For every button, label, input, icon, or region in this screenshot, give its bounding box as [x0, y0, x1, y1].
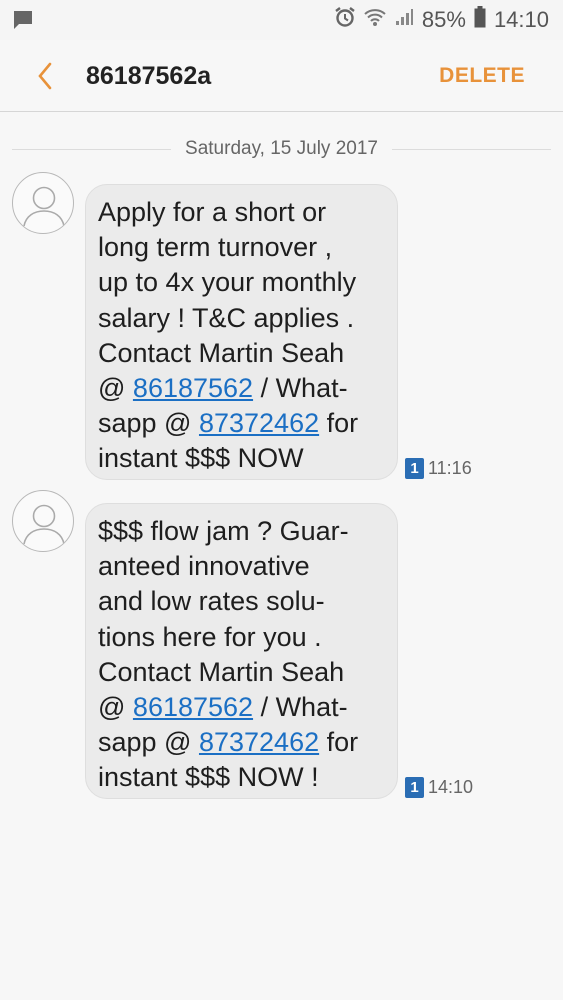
message-bubble[interactable]: Apply for a short or long term turnover … — [85, 184, 398, 480]
date-label: Saturday, 15 July 2017 — [185, 138, 378, 159]
signal-icon — [394, 7, 414, 32]
contact-avatar-icon[interactable] — [12, 172, 74, 234]
sim-badge-icon: 1 — [405, 458, 424, 479]
message-line: salary ! T&C applies . — [98, 302, 355, 333]
message-bubble[interactable]: $$$ flow jam ? Guar- anteed innovative a… — [85, 503, 398, 799]
separator-line — [391, 148, 552, 150]
message-line: tions here for you . — [98, 621, 322, 652]
status-icons: 85% 14:10 — [334, 6, 549, 33]
battery-icon — [474, 6, 486, 33]
message-line: anteed innovative — [98, 551, 310, 582]
line-suffix: / What- — [253, 692, 348, 723]
line-prefix: sapp @ — [98, 727, 199, 758]
line-suffix: / What- — [253, 373, 348, 404]
line-suffix: for — [319, 727, 359, 758]
line-prefix: @ — [98, 692, 133, 723]
line-prefix: @ — [98, 373, 133, 404]
message-time: 14:10 — [428, 777, 474, 797]
whatsapp-phone-link[interactable]: 87372462 — [199, 727, 319, 757]
message-line: long term turnover , — [98, 232, 333, 263]
contact-avatar-icon[interactable] — [12, 490, 74, 552]
message-line: sapp @ 87372462 for — [98, 725, 385, 760]
message-line: Contact Martin Seah — [98, 337, 345, 368]
line-suffix: for — [319, 408, 359, 439]
date-separator: Saturday, 15 July 2017 — [12, 137, 552, 161]
phone-link[interactable]: 86187562 — [133, 692, 253, 722]
message-line: up to 4x your monthly — [98, 267, 357, 298]
message-line: and low rates solu- — [98, 586, 325, 617]
message-line: Apply for a short or — [98, 197, 327, 227]
message-line: Contact Martin Seah — [98, 656, 345, 687]
message-line: @ 86187562 / What- — [98, 690, 385, 725]
message-line: instant $$$ NOW ! — [98, 762, 319, 793]
separator-line — [12, 148, 172, 150]
line-prefix: sapp @ — [98, 408, 199, 439]
back-button[interactable] — [32, 60, 60, 92]
message-time: 11:16 — [428, 458, 472, 478]
chevron-left-icon — [38, 62, 52, 90]
message-line: @ 86187562 / What- — [98, 371, 385, 406]
battery-percent: 85% — [421, 6, 466, 32]
message-notification-icon — [12, 9, 34, 36]
message-line: instant $$$ NOW — [98, 443, 304, 474]
conversation-title: 86187562a — [86, 62, 212, 90]
status-bar: 85% 14:10 — [0, 0, 563, 40]
message-line: $$$ flow jam ? Guar- — [98, 516, 349, 546]
sim-badge-icon: 1 — [405, 777, 424, 798]
status-time: 14:10 — [493, 6, 549, 32]
wifi-icon — [364, 7, 386, 32]
phone-link[interactable]: 86187562 — [133, 373, 253, 403]
alarm-icon — [334, 6, 356, 33]
message-line: sapp @ 87372462 for — [98, 406, 385, 441]
delete-button[interactable]: DELETE — [439, 64, 525, 88]
app-bar: 86187562a DELETE — [0, 40, 563, 112]
whatsapp-phone-link[interactable]: 87372462 — [199, 408, 319, 438]
